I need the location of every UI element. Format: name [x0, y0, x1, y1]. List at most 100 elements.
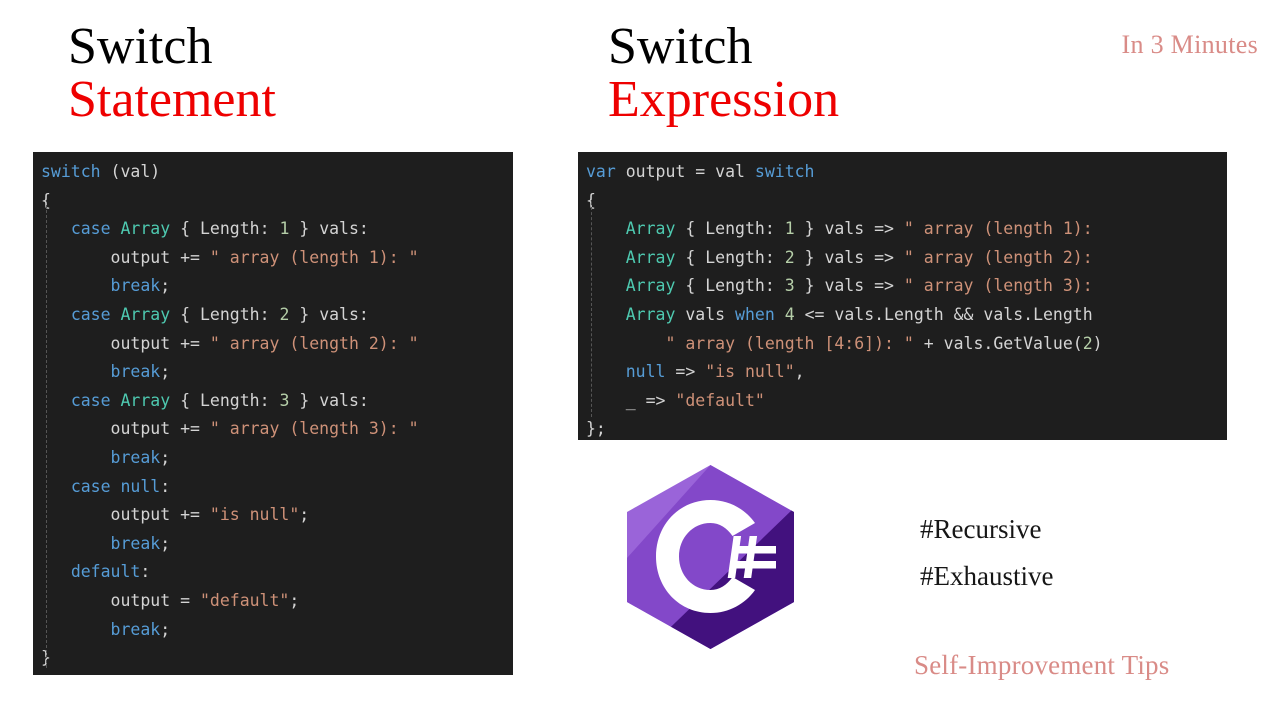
code-token: };	[586, 419, 606, 439]
code-token: } vals =>	[794, 276, 904, 296]
code-token: ;	[160, 276, 171, 296]
code-token: { Length:	[675, 219, 785, 239]
code-token: switch	[754, 162, 815, 181]
code-token: " array (length [4:6]): "	[665, 333, 914, 353]
code-line: }	[41, 644, 513, 673]
code-line: Array { Length: 2 } vals => " array (len…	[586, 244, 1227, 273]
code-line: case Array { Length: 3 } vals:	[41, 387, 513, 416]
code-token: { Length:	[675, 247, 785, 267]
code-token: } vals =>	[794, 219, 904, 239]
code-token: {	[586, 190, 596, 210]
code-token: } vals:	[289, 219, 369, 239]
code-line: break;	[41, 272, 513, 301]
page-title-right: Switch Expression	[608, 20, 839, 126]
code-token: "default"	[675, 390, 765, 410]
code-token: output +=	[41, 247, 210, 267]
code-line: {	[41, 187, 513, 216]
footer-brand-note: Self-Improvement Tips	[914, 650, 1170, 680]
heading-left-line2: Statement	[68, 71, 276, 129]
code-token: 3	[784, 276, 795, 296]
code-token: } vals =>	[794, 247, 904, 267]
code-line: output += " array (length 2): "	[41, 330, 513, 359]
code-line: break;	[41, 358, 513, 387]
code-token: ;	[160, 533, 171, 553]
code-token: Array	[120, 390, 171, 410]
code-token: output +=	[41, 419, 210, 439]
code-line: break;	[41, 444, 513, 473]
code-token: "default"	[199, 590, 290, 610]
heading-right-line1: Switch	[608, 18, 753, 75]
code-line: break;	[41, 530, 513, 559]
code-token: }	[41, 648, 51, 668]
code-token: "is null"	[209, 505, 300, 525]
code-token: output = val	[615, 162, 755, 181]
code-token: } vals:	[289, 304, 369, 324]
code-line: null => "is null",	[586, 358, 1227, 387]
code-token: Array	[120, 219, 171, 239]
heading-left-line1: Switch	[68, 18, 213, 75]
code-line: _ => "default"	[586, 387, 1227, 416]
code-token: { Length:	[675, 276, 785, 296]
code-token: vals	[675, 304, 736, 324]
code-token: " array (length 1): "	[209, 247, 419, 267]
code-token: output +=	[41, 333, 210, 353]
code-token: + vals.GetValue(	[913, 333, 1083, 353]
code-token: break	[110, 362, 161, 382]
code-token: "is null"	[705, 362, 795, 382]
code-token: 3	[279, 390, 290, 410]
code-line: case Array { Length: 2 } vals:	[41, 301, 513, 330]
heading-right-line2: Expression	[608, 71, 840, 129]
code-token: Array	[625, 219, 676, 239]
code-token: 1	[784, 219, 795, 239]
code-token: output =	[41, 590, 200, 610]
code-token: )	[1092, 333, 1103, 353]
code-line: var output = val switch	[586, 158, 1227, 187]
code-line: case null:	[41, 473, 513, 502]
code-token: " array (length 2): "	[209, 333, 419, 353]
code-token: ;	[160, 619, 171, 639]
code-token: ,	[794, 362, 805, 382]
code-token: 1	[279, 219, 290, 239]
code-token: } vals:	[289, 390, 369, 410]
code-token: switch	[41, 162, 101, 181]
code-token: Array	[625, 304, 676, 324]
code-token: :	[160, 476, 171, 496]
code-line: Array { Length: 1 } vals => " array (len…	[586, 215, 1227, 244]
code-token: { Length:	[170, 304, 280, 324]
code-token: <= vals.Length && vals.Length	[794, 304, 1093, 324]
code-line: };	[586, 415, 1227, 440]
code-token: Array	[625, 276, 676, 296]
code-line: {	[586, 187, 1227, 216]
code-token: 2	[784, 247, 795, 267]
code-token: null	[120, 476, 161, 496]
code-token: =>	[665, 362, 706, 382]
code-token: break	[110, 533, 161, 553]
code-token: _ =>	[586, 390, 676, 410]
code-token: case	[70, 304, 111, 324]
code-token: 4	[784, 304, 795, 324]
code-token: Array	[625, 247, 676, 267]
code-token: " array (length 1):	[903, 219, 1093, 239]
code-token: 2	[1082, 333, 1093, 353]
page-title-left: Switch Statement	[68, 20, 276, 126]
code-token: ;	[299, 505, 310, 525]
code-block-switch-expression: var output = val switch { Array { Length:…	[578, 152, 1227, 440]
code-token: ;	[289, 590, 300, 610]
corner-note: In 3 Minutes	[1121, 30, 1258, 59]
hashtag-recursive: #Recursive	[920, 514, 1042, 544]
code-token: Array	[120, 304, 171, 324]
hashtag-exhaustive: #Exhaustive	[920, 561, 1054, 591]
code-token: {	[41, 190, 51, 210]
code-token: 2	[279, 304, 290, 324]
